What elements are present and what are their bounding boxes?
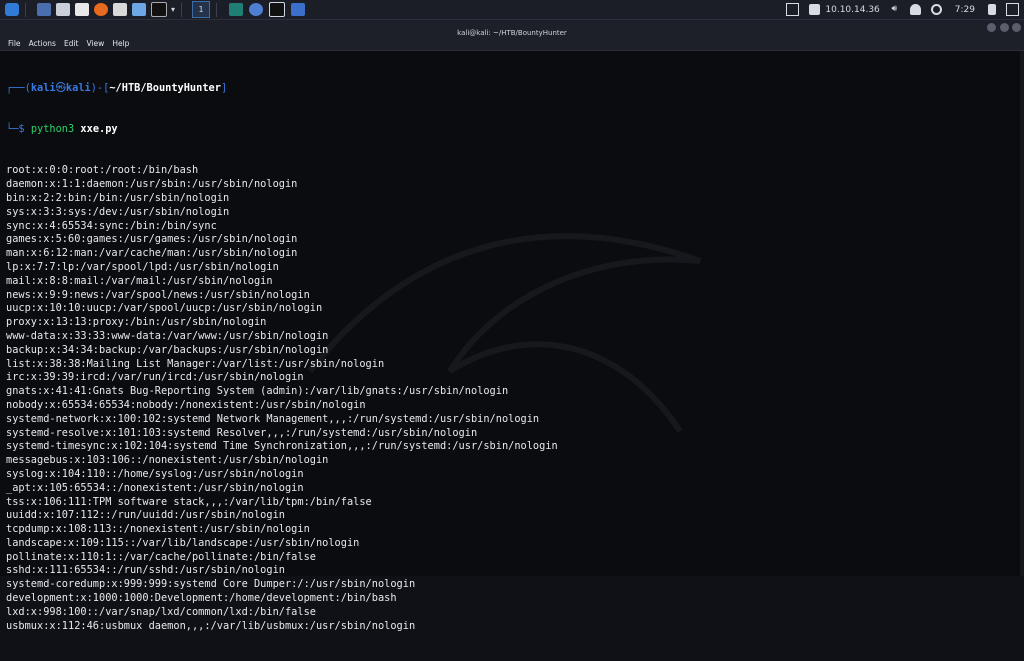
- command-argument: xxe.py: [80, 122, 118, 135]
- volume-icon[interactable]: 🔊︎: [889, 4, 900, 15]
- output-line: lxd:x:998:100::/var/snap/lxd/common/lxd:…: [6, 605, 316, 618]
- output-line: messagebus:x:103:106::/nonexistent:/usr/…: [6, 454, 329, 467]
- output-line: bin:x:2:2:bin:/bin:/usr/sbin/nologin: [6, 191, 230, 204]
- output-line: games:x:5:60:games:/usr/games:/usr/sbin/…: [6, 233, 298, 246]
- workspace-1[interactable]: 1: [192, 1, 211, 18]
- panel-separator: [25, 2, 26, 17]
- output-line: lp:x:7:7:lp:/var/spool/lpd:/usr/sbin/nol…: [6, 260, 279, 273]
- output-line: man:x:6:12:man:/var/cache/man:/usr/sbin/…: [6, 247, 298, 260]
- notification-bell-icon[interactable]: [909, 4, 921, 15]
- terminal-output: ┌──(kali㉿kali)-[~/HTB/BountyHunter] └─$ …: [6, 54, 558, 661]
- output-line: systemd-resolve:x:101:103:systemd Resolv…: [6, 426, 478, 439]
- output-line: systemd-network:x:100:102:systemd Networ…: [6, 412, 540, 425]
- output-line: backup:x:34:34:backup:/var/backups:/usr/…: [6, 343, 329, 356]
- network-icon[interactable]: [809, 4, 821, 15]
- prompt-line-2: └─$ python3 xxe.py: [6, 123, 558, 137]
- app-icon[interactable]: [113, 3, 127, 16]
- prompt-line-1: ┌──(kali㉿kali)-[~/HTB/BountyHunter]: [6, 82, 558, 96]
- terminal-icon[interactable]: [151, 2, 167, 17]
- output-line: nobody:x:65534:65534:nobody:/nonexistent…: [6, 398, 366, 411]
- output-line: gnats:x:41:41:Gnats Bug-Reporting System…: [6, 385, 509, 398]
- file-manager-icon[interactable]: [56, 3, 70, 16]
- prompt-corner-bottom: └─$: [6, 122, 31, 135]
- task-terminal-active-icon[interactable]: [269, 2, 286, 17]
- task-app-icon-2[interactable]: [291, 3, 306, 16]
- output-line: usbmux:x:112:46:usbmux daemon,,,:/var/li…: [6, 619, 416, 632]
- chevron-down-icon[interactable]: ▾: [171, 5, 175, 14]
- close-button[interactable]: [1012, 23, 1021, 32]
- output-line: sshd:x:111:65534::/run/sshd:/usr/sbin/no…: [6, 564, 285, 577]
- prompt-bracket: )-[: [90, 81, 110, 94]
- window-titlebar[interactable]: kali@kali: ~/HTB/BountyHunter: [0, 20, 1024, 37]
- command-program: python3: [30, 122, 75, 135]
- menu-edit[interactable]: Edit: [64, 39, 79, 48]
- window-title: kali@kali: ~/HTB/BountyHunter: [457, 29, 567, 37]
- top-panel: ▾ 1 10.10.14.36 🔊︎ 7:29: [0, 0, 1024, 20]
- output-line: uucp:x:10:10:uucp:/var/spool/uucp:/usr/s…: [6, 302, 323, 315]
- minimize-button[interactable]: [987, 23, 996, 32]
- output-line: syslog:x:104:110::/home/syslog:/usr/sbin…: [6, 467, 304, 480]
- output-line: list:x:38:38:Mailing List Manager:/var/l…: [6, 357, 385, 370]
- monitor-icon[interactable]: [786, 3, 800, 16]
- output-line: tss:x:106:111:TPM software stack,,,:/var…: [6, 495, 372, 508]
- task-terminal-icon[interactable]: [229, 3, 244, 16]
- system-tray: 10.10.14.36 🔊︎ 7:29: [781, 0, 1024, 19]
- kali-symbol-icon: ㉿: [55, 81, 66, 94]
- output-line: uuidd:x:107:112::/run/uuidd:/usr/sbin/no…: [6, 509, 285, 522]
- output-line: development:x:1000:1000:Development:/hom…: [6, 592, 397, 605]
- output-line: news:x:9:9:news:/var/spool/news:/usr/sbi…: [6, 288, 310, 301]
- output-line: root:x:0:0:root:/root:/bin/bash: [6, 164, 199, 177]
- output-line: landscape:x:109:115::/var/lib/landscape:…: [6, 536, 360, 549]
- lock-icon[interactable]: [988, 4, 996, 15]
- menu-help[interactable]: Help: [112, 39, 129, 48]
- menu-bar: File Actions Edit View Help: [0, 36, 1024, 51]
- output-line: irc:x:39:39:ircd:/var/run/ircd:/usr/sbin…: [6, 371, 304, 384]
- prompt-user: kali: [30, 81, 56, 94]
- passwd-output: root:x:0:0:root:/root:/bin/bash daemon:x:…: [6, 164, 558, 633]
- task-app-icon[interactable]: [249, 3, 264, 16]
- text-editor-icon[interactable]: [75, 3, 89, 16]
- menu-actions[interactable]: Actions: [29, 39, 56, 48]
- output-line: daemon:x:1:1:daemon:/usr/sbin:/usr/sbin/…: [6, 178, 298, 191]
- prompt-corner: ┌──(: [6, 81, 31, 94]
- panel-separator: [181, 2, 183, 17]
- prompt-host: kali: [65, 81, 91, 94]
- terminal-window: kali@kali: ~/HTB/BountyHunter File Actio…: [0, 20, 1024, 632]
- output-line: www-data:x:33:33:www-data:/var/www:/usr/…: [6, 329, 329, 342]
- ip-address: 10.10.14.36: [825, 4, 880, 15]
- output-line: systemd-timesync:x:102:104:systemd Time …: [6, 440, 558, 453]
- output-line: systemd-coredump:x:999:999:systemd Core …: [6, 578, 416, 591]
- menu-file[interactable]: File: [8, 39, 21, 48]
- firefox-icon[interactable]: [94, 3, 108, 16]
- output-line: tcpdump:x:108:113::/nonexistent:/usr/sbi…: [6, 523, 310, 536]
- scrollbar[interactable]: [1020, 51, 1024, 576]
- kali-menu-icon[interactable]: [5, 3, 19, 16]
- app-icon-2[interactable]: [132, 3, 146, 16]
- desktop-icon[interactable]: [37, 3, 51, 16]
- panel-separator: [216, 2, 218, 17]
- maximize-button[interactable]: [1000, 23, 1009, 32]
- output-line: pollinate:x:110:1::/var/cache/pollinate:…: [6, 550, 316, 563]
- clock: 7:29: [954, 4, 975, 15]
- output-line: mail:x:8:8:mail:/var/mail:/usr/sbin/nolo…: [6, 274, 273, 287]
- logout-icon[interactable]: [1006, 3, 1019, 16]
- menu-view[interactable]: View: [87, 39, 105, 48]
- prompt-bracket-close: ]: [220, 81, 228, 94]
- output-line: proxy:x:13:13:proxy:/bin:/usr/sbin/nolog…: [6, 316, 267, 329]
- power-icon[interactable]: [930, 4, 942, 15]
- prompt-cwd: ~/HTB/BountyHunter: [109, 81, 221, 94]
- output-line: sync:x:4:65534:sync:/bin:/bin/sync: [6, 219, 217, 232]
- output-line: _apt:x:105:65534::/nonexistent:/usr/sbin…: [6, 481, 304, 494]
- output-line: sys:x:3:3:sys:/dev:/usr/sbin/nologin: [6, 205, 230, 218]
